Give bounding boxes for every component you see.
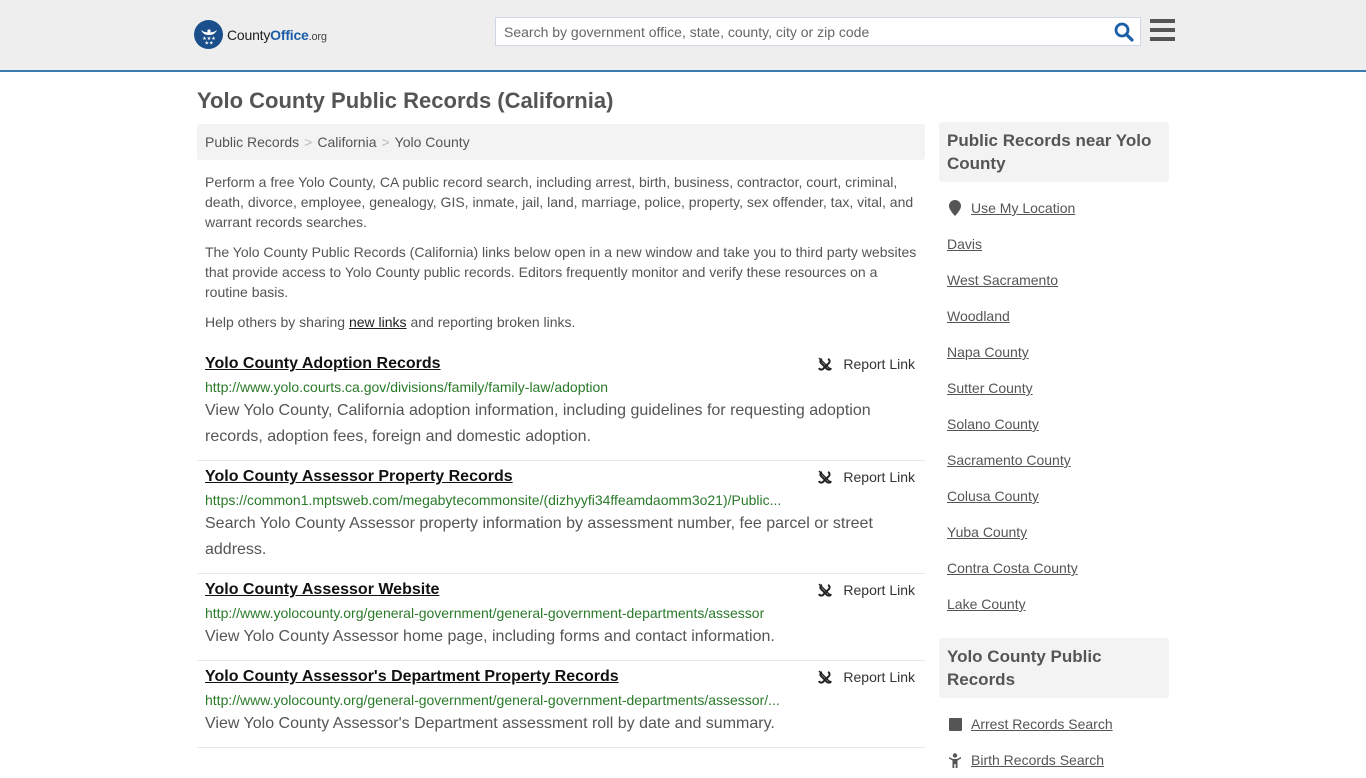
nearby-link-contra-costa-county[interactable]: Contra Costa County xyxy=(947,560,1078,576)
record-title-link[interactable]: Yolo County Assessor Website xyxy=(205,580,439,600)
top-header: ★★★ ★★ CountyOffice.org xyxy=(0,0,1366,72)
hamburger-menu-button[interactable] xyxy=(1150,19,1175,41)
arrest-records-link[interactable]: Arrest Records Search xyxy=(971,716,1113,732)
nearby-item: Yuba County xyxy=(947,514,1161,550)
nearby-item: Solano County xyxy=(947,406,1161,442)
county-record-item: Arrest Records Search xyxy=(947,706,1161,742)
record-item: Yolo County Adoption Records Report Link… xyxy=(197,348,925,461)
sidebar: Public Records near Yolo County Use My L… xyxy=(939,122,1169,778)
nearby-link-yuba-county[interactable]: Yuba County xyxy=(947,524,1027,540)
report-link-button[interactable]: Report Link xyxy=(817,356,915,372)
nearby-link-lake-county[interactable]: Lake County xyxy=(947,596,1026,612)
record-description: View Yolo County, California adoption in… xyxy=(205,402,871,445)
record-url: https://common1.mptsweb.com/megabytecomm… xyxy=(205,492,782,508)
county-records-heading: Yolo County Public Records xyxy=(939,638,1169,698)
report-link-button[interactable]: Report Link xyxy=(817,469,915,485)
record-item: Yolo County Assessor Property Records Re… xyxy=(197,461,925,574)
child-icon xyxy=(947,752,963,768)
record-item: Yolo County Assessor's Department Proper… xyxy=(197,661,925,748)
county-records-list: Arrest Records Search Birth Records Sear… xyxy=(939,698,1169,778)
intro-paragraph-2: The Yolo County Public Records (Californ… xyxy=(205,244,917,300)
record-item: Yolo County Assessor Website Report Link… xyxy=(197,574,925,661)
nearby-link-west-sacramento[interactable]: West Sacramento xyxy=(947,272,1058,288)
menu-bar xyxy=(1150,37,1175,41)
county-record-item: Birth Records Search xyxy=(947,742,1161,778)
square-icon xyxy=(947,717,963,731)
nearby-item: Napa County xyxy=(947,334,1161,370)
menu-bar xyxy=(1150,28,1175,32)
birth-records-link[interactable]: Birth Records Search xyxy=(971,752,1104,768)
nearby-link-sacramento-county[interactable]: Sacramento County xyxy=(947,452,1071,468)
nearby-item: Sacramento County xyxy=(947,442,1161,478)
record-description: View Yolo County Assessor home page, inc… xyxy=(205,628,775,645)
record-title-link[interactable]: Yolo County Adoption Records xyxy=(205,354,441,374)
nearby-item: Lake County xyxy=(947,586,1161,622)
nearby-records-heading: Public Records near Yolo County xyxy=(939,122,1169,182)
nearby-item: West Sacramento xyxy=(947,262,1161,298)
breadcrumb-public-records[interactable]: Public Records xyxy=(205,134,299,150)
breadcrumb-separator: > xyxy=(381,134,390,150)
report-link-button[interactable]: Report Link xyxy=(817,582,915,598)
logo-text: CountyOffice.org xyxy=(227,26,327,43)
nearby-link-sutter-county[interactable]: Sutter County xyxy=(947,380,1033,396)
record-url: http://www.yolo.courts.ca.gov/divisions/… xyxy=(205,379,609,395)
broken-link-icon xyxy=(818,670,833,684)
nearby-link-woodland[interactable]: Woodland xyxy=(947,308,1010,324)
nearby-link-solano-county[interactable]: Solano County xyxy=(947,416,1039,432)
nearby-item: Colusa County xyxy=(947,478,1161,514)
breadcrumb-separator: > xyxy=(304,134,313,150)
intro-text: Perform a free Yolo County, CA public re… xyxy=(197,172,925,332)
report-link-button[interactable]: Report Link xyxy=(817,669,915,685)
search-icon xyxy=(1114,22,1134,42)
main-content: Public Records > California > Yolo County Pe… xyxy=(197,124,925,748)
site-logo[interactable]: ★★★ ★★ CountyOffice.org xyxy=(194,20,327,49)
record-url: http://www.yolocounty.org/general-govern… xyxy=(205,692,780,708)
nearby-item: Woodland xyxy=(947,298,1161,334)
use-my-location-link[interactable]: Use My Location xyxy=(971,200,1075,216)
page-title: Yolo County Public Records (California) xyxy=(197,88,614,113)
nearby-link-napa-county[interactable]: Napa County xyxy=(947,344,1029,360)
map-marker-icon xyxy=(947,200,963,216)
nearby-list: Use My Location Davis West Sacramento Wo… xyxy=(939,182,1169,622)
use-location-item: Use My Location xyxy=(947,190,1161,226)
nearby-link-davis[interactable]: Davis xyxy=(947,236,982,252)
records-list: Yolo County Adoption Records Report Link… xyxy=(197,348,925,748)
new-links-link[interactable]: new links xyxy=(349,314,407,330)
record-url: http://www.yolocounty.org/general-govern… xyxy=(205,605,765,621)
svg-text:★★: ★★ xyxy=(204,40,213,46)
nearby-link-colusa-county[interactable]: Colusa County xyxy=(947,488,1039,504)
record-title-link[interactable]: Yolo County Assessor's Department Proper… xyxy=(205,667,619,687)
menu-bar xyxy=(1150,19,1175,23)
nearby-item: Davis xyxy=(947,226,1161,262)
record-description: View Yolo County Assessor's Department a… xyxy=(205,715,775,732)
breadcrumb: Public Records > California > Yolo County xyxy=(197,124,925,160)
search-input[interactable] xyxy=(496,18,1106,45)
record-title-link[interactable]: Yolo County Assessor Property Records xyxy=(205,467,513,487)
nearby-item: Contra Costa County xyxy=(947,550,1161,586)
eagle-stars-icon: ★★★ ★★ xyxy=(194,20,223,49)
breadcrumb-yolo-county[interactable]: Yolo County xyxy=(395,134,470,150)
nearby-item: Sutter County xyxy=(947,370,1161,406)
intro-paragraph-3: Help others by sharing new links and rep… xyxy=(205,314,576,330)
intro-paragraph-1: Perform a free Yolo County, CA public re… xyxy=(205,174,914,230)
record-description: Search Yolo County Assessor property inf… xyxy=(205,515,873,558)
breadcrumb-california[interactable]: California xyxy=(317,134,376,150)
broken-link-icon xyxy=(818,357,833,371)
broken-link-icon xyxy=(818,470,833,484)
search-button[interactable] xyxy=(1114,22,1134,42)
search-box xyxy=(495,17,1141,46)
broken-link-icon xyxy=(818,583,833,597)
